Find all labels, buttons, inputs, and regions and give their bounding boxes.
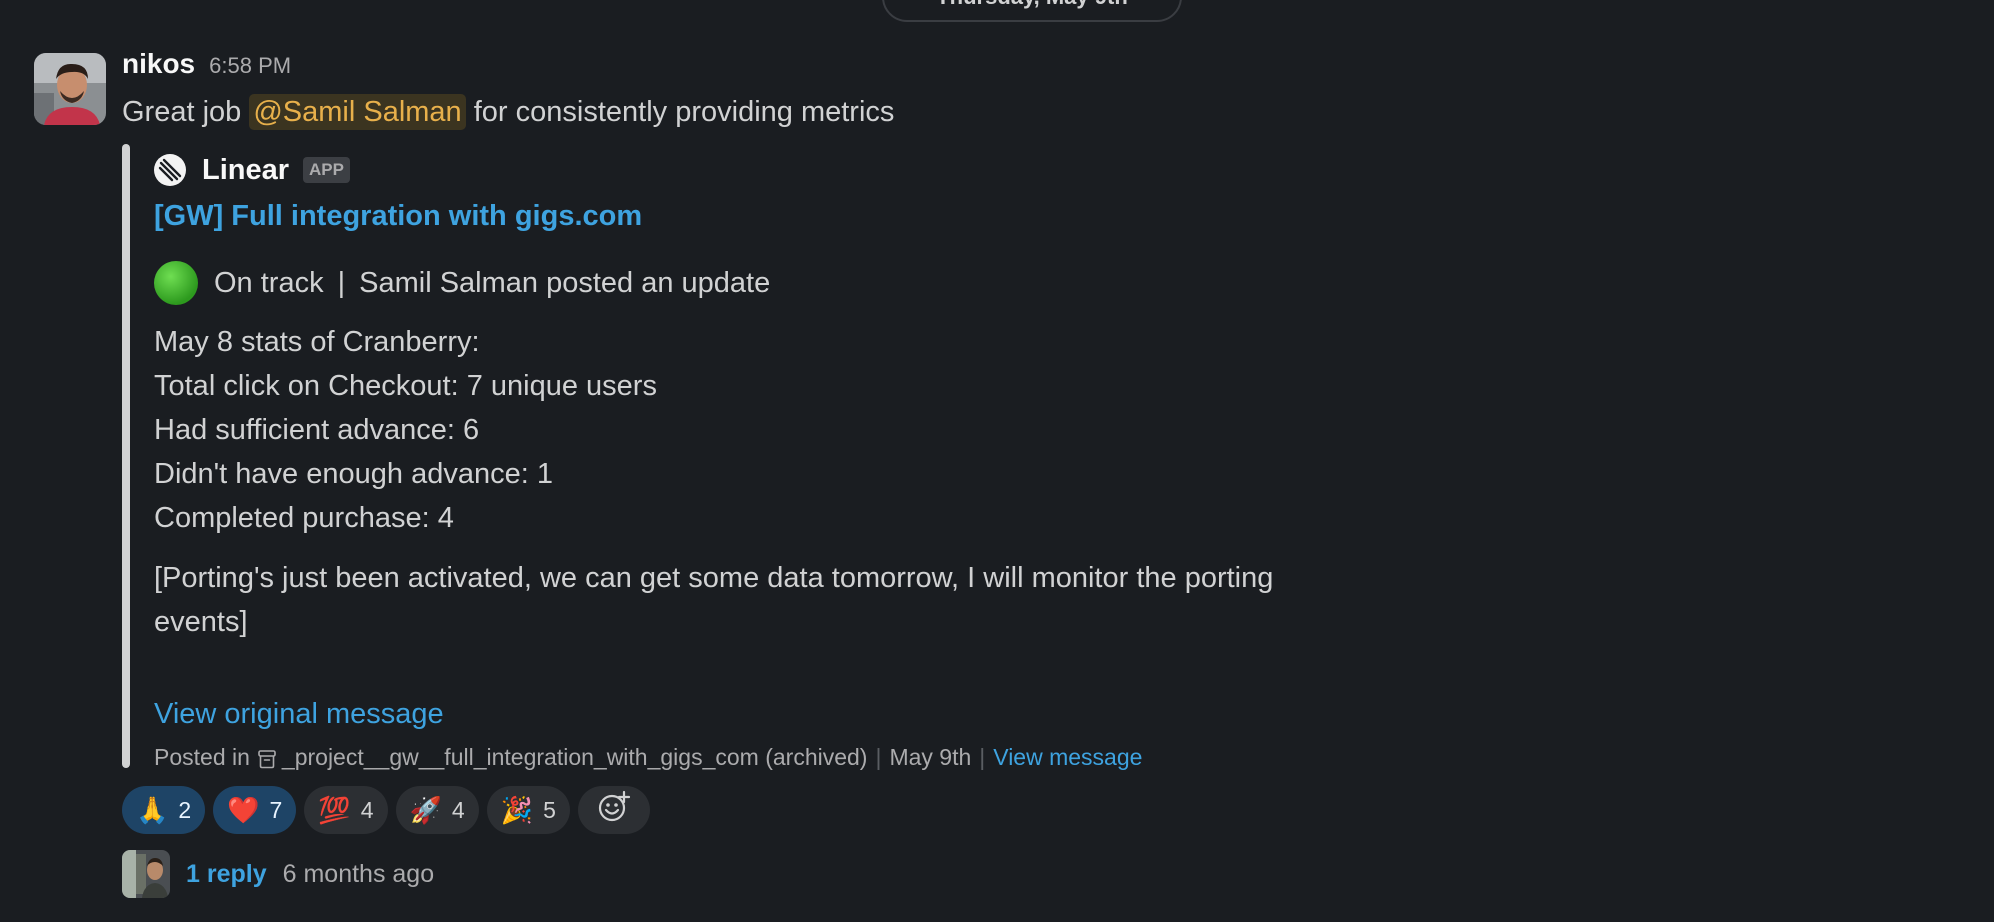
message[interactable]: nikos 6:58 PM Great job @Samil Salman fo… — [122, 48, 1954, 898]
message-text-before: Great job — [122, 96, 250, 128]
status-separator: | — [337, 266, 346, 299]
reactions-bar: 🙏 2 ❤️ 7 💯 4 🚀 4 🎉 5 — [122, 786, 650, 834]
channel-name-link[interactable]: _project__gw__full_integration_with_gigs… — [282, 744, 868, 771]
rocket-emoji-icon: 🚀 — [409, 795, 442, 825]
stats-list: May 8 stats of Cranberry: Total click on… — [154, 320, 1314, 540]
reply-avatar[interactable] — [122, 850, 170, 898]
thread-replies[interactable]: 1 reply 6 months ago — [122, 850, 434, 898]
reply-count-link[interactable]: 1 reply — [186, 860, 267, 889]
stats-line: May 8 stats of Cranberry: — [154, 326, 480, 358]
message-header: nikos 6:58 PM — [122, 48, 1954, 90]
reaction-count: 5 — [543, 796, 556, 823]
stats-line: Total click on Checkout: 7 unique users — [154, 370, 657, 402]
reaction-count: 2 — [178, 796, 192, 823]
reply-time: 6 months ago — [282, 859, 435, 888]
posted-in-label: Posted in — [154, 744, 250, 770]
heart-emoji-icon: ❤️ — [227, 795, 260, 825]
user-mention[interactable]: @Samil Salman — [249, 94, 466, 130]
update-note: [Porting's just been activated, we can g… — [154, 562, 1274, 638]
stats-line: Completed purchase: 4 — [154, 502, 454, 534]
linear-attachment: Linear APP [GW] Full integration with gi… — [122, 144, 1322, 771]
app-name[interactable]: Linear — [202, 154, 289, 187]
date-divider-label: Thursday, May 9th — [936, 0, 1128, 10]
party-popper-emoji-icon: 🎉 — [500, 795, 534, 825]
reaction-hundred[interactable]: 💯 4 — [304, 786, 388, 834]
attachment-body: Linear APP [GW] Full integration with gi… — [154, 144, 1314, 771]
message-text: Great job @Samil Salman for consistently… — [122, 90, 1954, 134]
date-divider[interactable]: Thursday, May 9th — [882, 0, 1182, 22]
add-reaction-icon — [597, 790, 631, 830]
reaction-rocket[interactable]: 🚀 4 — [395, 786, 479, 834]
view-original-message-link[interactable]: View original message — [154, 692, 1314, 736]
attachment-bar — [122, 144, 130, 768]
posted-in-row: Posted in _project__gw__full_integration… — [154, 744, 1314, 771]
attachment-app-row: Linear APP — [154, 148, 1314, 192]
message-timestamp[interactable]: 6:58 PM — [209, 53, 291, 79]
reaction-party[interactable]: 🎉 5 — [486, 786, 570, 834]
divider: | — [979, 744, 986, 770]
posted-date[interactable]: May 9th — [889, 744, 971, 771]
add-reaction-button[interactable] — [577, 786, 650, 834]
status-label: On track — [214, 266, 324, 299]
status-row: On track | Samil Salman posted an update — [154, 260, 1314, 306]
pray-emoji-icon: 🙏 — [136, 795, 169, 825]
status-detail: Samil Salman posted an update — [359, 266, 771, 299]
reaction-pray[interactable]: 🙏 2 — [122, 786, 206, 834]
green-circle-icon — [154, 261, 198, 305]
author-name[interactable]: nikos — [122, 48, 195, 80]
linear-logo-icon[interactable] — [154, 154, 186, 186]
reaction-heart[interactable]: ❤️ 7 — [213, 786, 297, 834]
attachment-title-link[interactable]: [GW] Full integration with gigs.com — [154, 200, 1314, 240]
message-pane: Thursday, May 9th nikos 6:58 PM Great jo… — [0, 0, 1994, 922]
app-badge: APP — [303, 157, 350, 183]
view-message-link[interactable]: View message — [993, 744, 1142, 771]
reaction-count: 4 — [451, 796, 465, 823]
stats-line: Didn't have enough advance: 1 — [154, 458, 553, 490]
hundred-emoji-icon: 💯 — [318, 795, 351, 825]
reaction-count: 4 — [360, 796, 374, 823]
avatar[interactable] — [34, 53, 106, 125]
reaction-count: 7 — [269, 796, 283, 823]
divider: | — [875, 744, 882, 770]
archive-icon — [258, 748, 276, 768]
message-text-after: for consistently providing metrics — [465, 96, 895, 128]
stats-line: Had sufficient advance: 6 — [154, 414, 480, 446]
